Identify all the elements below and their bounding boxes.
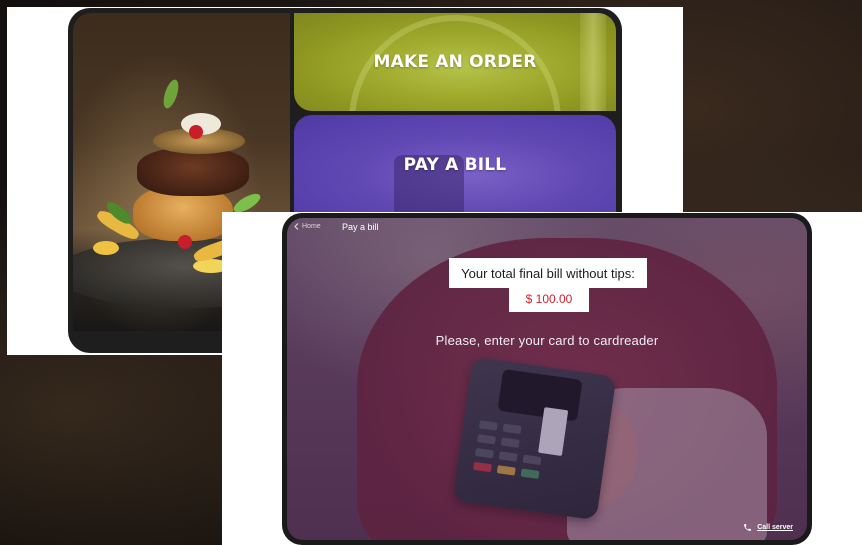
bill-screen: Home Pay a bill Your total final bill wi…	[287, 218, 807, 540]
bill-amount: $ 100.00	[525, 292, 573, 306]
call-server-button[interactable]: Call server	[743, 523, 793, 532]
home-back-label: Home	[302, 223, 321, 230]
make-an-order-label: MAKE AN ORDER	[373, 52, 537, 72]
bill-label-box: Your total final bill without tips:	[449, 258, 647, 288]
pay-a-bill-tile[interactable]: PAY A BILL	[294, 115, 616, 215]
home-back-link[interactable]: Home	[294, 223, 321, 230]
phone-icon	[744, 524, 752, 531]
top-bar: Home Pay a bill	[287, 218, 807, 244]
chevron-left-icon	[294, 223, 299, 230]
bill-tablet: Home Pay a bill Your total final bill wi…	[282, 213, 812, 545]
call-server-label: Call server	[757, 524, 793, 531]
make-an-order-tile[interactable]: MAKE AN ORDER	[294, 13, 616, 111]
bill-amount-box: $ 100.00	[509, 286, 589, 312]
pay-a-bill-label: PAY A BILL	[403, 155, 507, 175]
card-instruction: Please, enter your card to cardreader	[435, 333, 659, 348]
bill-label: Your total final bill without tips:	[461, 265, 635, 281]
page-title: Pay a bill	[342, 222, 379, 232]
